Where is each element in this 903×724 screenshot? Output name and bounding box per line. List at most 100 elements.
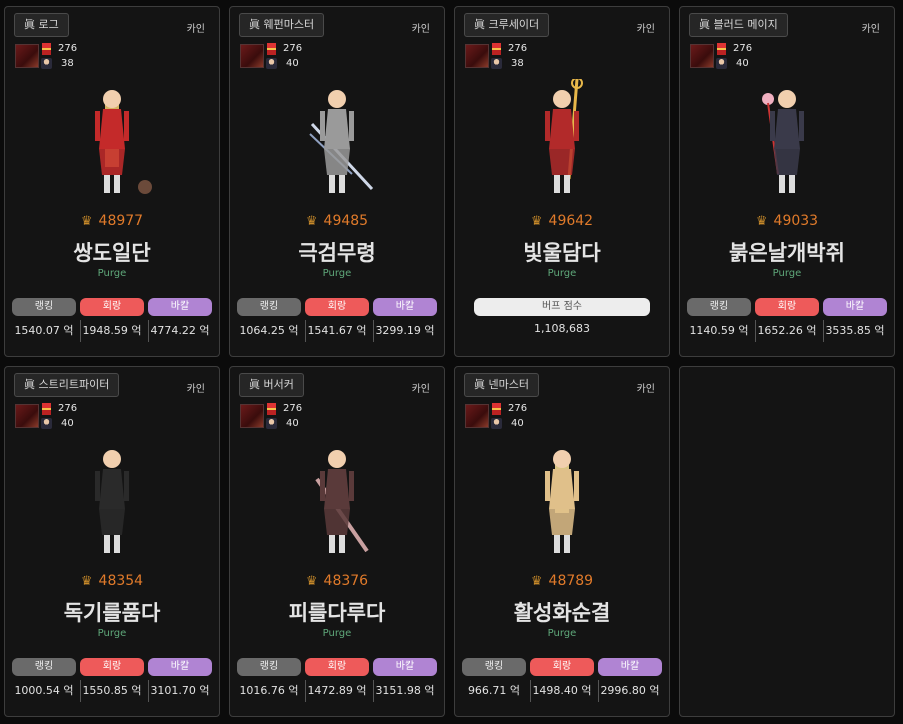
fame-level: 276 (283, 403, 303, 414)
stat-corridor: 회랑 1948.59 억 (80, 298, 149, 342)
character-meta: 276 40 (15, 402, 95, 432)
character-card[interactable]: 眞 크루세이더 카인 276 38 ♛ 49642 빛울담다 Purge 버프 점… (454, 6, 670, 357)
character-level: 38 (511, 58, 524, 69)
bakal-label[interactable]: 바칼 (148, 298, 212, 316)
character-name[interactable]: 붉은날개박쥐 (680, 237, 894, 267)
character-sprite (517, 77, 607, 197)
buff-score: 버프 점수 1,108,683 (474, 298, 650, 335)
fame-level-icon (42, 403, 51, 415)
character-name[interactable]: 피를다루다 (230, 597, 444, 627)
damage-stats: 랭킹 1000.54 억 회랑 1550.85 억 바칼 3101.70 억 (12, 658, 212, 702)
character-sprite (292, 439, 382, 557)
character-name[interactable]: 쌍도일단 (5, 237, 219, 267)
character-level: 38 (61, 58, 74, 69)
character-card[interactable]: 眞 버서커 카인 276 40 ♛ 48376 피를다루다 Purge 랭킹 10… (229, 366, 445, 717)
damage-stats: 랭킹 966.71 억 회랑 1498.40 억 바칼 2996.80 억 (462, 658, 662, 702)
character-name[interactable]: 극검무령 (230, 237, 444, 267)
buff-score-value: 1,108,683 (534, 322, 590, 335)
server-label: 카인 (861, 24, 880, 35)
corridor-label[interactable]: 회랑 (80, 298, 144, 316)
job-badge: 眞 버서커 (239, 373, 304, 397)
character-level-icon (266, 58, 277, 69)
character-name[interactable]: 독기를품다 (5, 597, 219, 627)
stat-corridor: 회랑 1652.26 억 (755, 298, 824, 342)
corridor-label[interactable]: 회랑 (305, 658, 369, 676)
character-card[interactable]: 眞 스트리트파이터 카인 276 40 ♛ 48354 독기를품다 Purge 랭… (4, 366, 220, 717)
ranking-label[interactable]: 랭킹 (462, 658, 526, 676)
corridor-label[interactable]: 회랑 (305, 298, 369, 316)
character-level-icon (41, 58, 52, 69)
ranking-value: 966.71 억 (467, 684, 521, 697)
character-card[interactable]: 眞 웨펀마스터 카인 276 40 ♛ 49485 극검무령 Purge 랭킹 1… (229, 6, 445, 357)
server-label: 카인 (411, 24, 430, 35)
fame-level: 276 (283, 43, 303, 54)
corridor-label[interactable]: 회랑 (755, 298, 819, 316)
fame-level-icon (717, 43, 726, 55)
ranking-label[interactable]: 랭킹 (12, 658, 76, 676)
stat-corridor: 회랑 1550.85 억 (80, 658, 149, 702)
ranking-label[interactable]: 랭킹 (237, 658, 301, 676)
stat-ranking: 랭킹 1140.59 억 (687, 298, 756, 342)
server-label: 카인 (636, 384, 655, 395)
corridor-label[interactable]: 회랑 (530, 658, 594, 676)
character-meta: 276 40 (690, 42, 770, 72)
damage-stats: 랭킹 1140.59 억 회랑 1652.26 억 바칼 3535.85 억 (687, 298, 887, 342)
character-sprite (742, 79, 832, 197)
adventure-avatar-icon (15, 44, 39, 68)
bakal-label[interactable]: 바칼 (373, 658, 437, 676)
character-name[interactable]: 활성화순결 (455, 597, 669, 627)
server-label: 카인 (186, 24, 205, 35)
stat-bakal: 바칼 2996.80 억 (598, 658, 662, 698)
bakal-value: 3299.19 억 (375, 324, 435, 337)
bakal-value: 3101.70 억 (150, 684, 210, 697)
bakal-value: 2996.80 억 (600, 684, 660, 697)
ranking-value: 1540.07 억 (14, 324, 74, 337)
server-label: 카인 (411, 384, 430, 395)
stat-corridor: 회랑 1472.89 억 (305, 658, 374, 702)
adventure-avatar-icon (465, 44, 489, 68)
empty-card-slot (679, 366, 895, 717)
job-badge: 眞 스트리트파이터 (14, 373, 120, 397)
ranking-label[interactable]: 랭킹 (237, 298, 301, 316)
ranking-label[interactable]: 랭킹 (687, 298, 751, 316)
guild-name: Purge (547, 268, 577, 279)
stat-bakal: 바칼 3101.70 억 (148, 658, 212, 698)
character-card[interactable]: 眞 로그 카인 276 38 ♛ 48977 쌍도일단 Purge 랭킹 1540… (4, 6, 220, 357)
character-level-icon (716, 58, 727, 69)
character-level: 40 (511, 418, 524, 429)
character-sprite (67, 79, 157, 197)
fame-icon: ♛ (80, 214, 93, 229)
fame-value: 48376 (323, 573, 369, 589)
fame-level-icon (492, 403, 501, 415)
bakal-label[interactable]: 바칼 (148, 658, 212, 676)
stat-bakal: 바칼 3299.19 억 (373, 298, 437, 338)
character-card[interactable]: 眞 블러드 메이지 카인 276 40 ♛ 49033 붉은날개박쥐 Purge … (679, 6, 895, 357)
adventure-avatar-icon (15, 404, 39, 428)
character-card[interactable]: 眞 넨마스터 카인 276 40 ♛ 48789 활성화순결 Purge 랭킹 9… (454, 366, 670, 717)
corridor-value: 1550.85 억 (82, 684, 142, 697)
stat-ranking: 랭킹 1540.07 억 (12, 298, 81, 342)
fame-level-icon (267, 43, 276, 55)
bakal-label[interactable]: 바칼 (823, 298, 887, 316)
ranking-label[interactable]: 랭킹 (12, 298, 76, 316)
ranking-value: 1064.25 억 (239, 324, 299, 337)
character-meta: 276 40 (240, 42, 320, 72)
ranking-value: 1016.76 억 (239, 684, 299, 697)
stat-corridor: 회랑 1498.40 억 (530, 658, 599, 702)
fame-icon: ♛ (80, 574, 93, 589)
corridor-label[interactable]: 회랑 (80, 658, 144, 676)
fame-row: ♛ 48354 (5, 573, 219, 589)
fame-row: ♛ 49485 (230, 213, 444, 229)
stat-bakal: 바칼 3535.85 억 (823, 298, 887, 338)
character-name[interactable]: 빛울담다 (455, 237, 669, 267)
fame-value: 49033 (773, 213, 819, 229)
damage-stats: 랭킹 1064.25 억 회랑 1541.67 억 바칼 3299.19 억 (237, 298, 437, 342)
character-level: 40 (286, 418, 299, 429)
guild-name: Purge (322, 628, 352, 639)
bakal-label[interactable]: 바칼 (373, 298, 437, 316)
fame-icon: ♛ (305, 574, 318, 589)
bakal-value: 4774.22 억 (150, 324, 210, 337)
fame-icon: ♛ (530, 574, 543, 589)
bakal-label[interactable]: 바칼 (598, 658, 662, 676)
character-level-icon (491, 58, 502, 69)
